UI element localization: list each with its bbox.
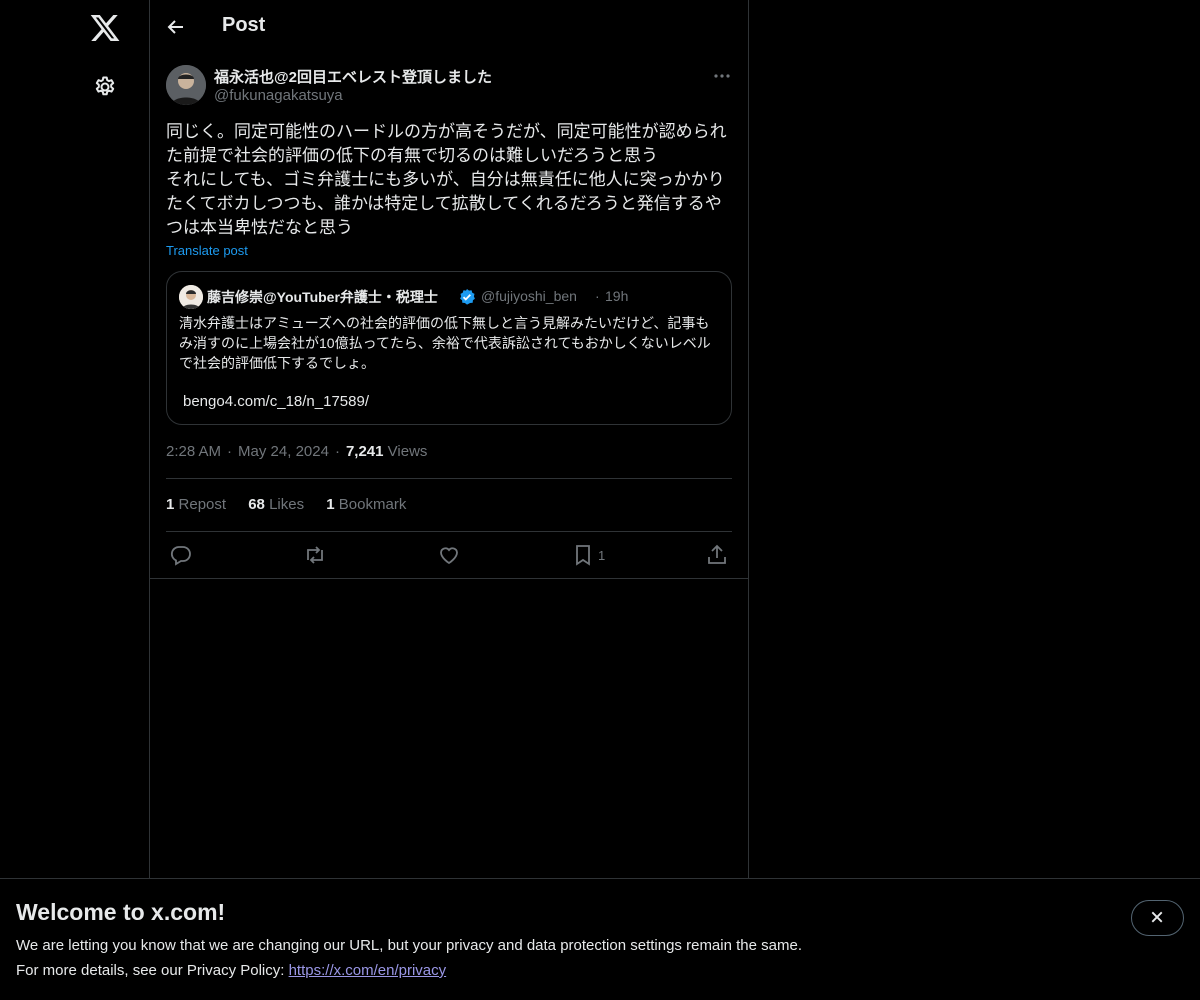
post-time[interactable]: 2:28 AM [166,443,221,460]
page-title: Post [222,14,266,36]
quote-text: 清水弁護士はアミューズへの社会的評価の低下無しと言う見解みたいだけど、記事もみ消… [179,315,711,371]
quote-author-handle: @fujiyoshi_ben [481,288,577,304]
repost-icon[interactable] [303,543,327,567]
bookmarks-stat[interactable]: 1 Bookmark [326,496,406,513]
separator-dot: · [595,288,600,304]
banner-privacy-line: For more details, see our Privacy Policy… [16,962,447,979]
views-count: 7,241 [345,443,384,460]
x-logo-icon[interactable] [89,12,121,44]
quote-avatar [179,285,203,309]
close-icon [1151,911,1163,923]
reposts-stat[interactable]: 1 Repost [166,496,226,513]
quote-author-name: 藤吉修崇@YouTuber弁護士・税理士 [207,289,438,305]
divider [166,478,732,479]
more-icon[interactable] [712,66,732,86]
action-bar: 1 [150,531,748,579]
left-nav [0,0,150,1000]
views-label: Views [387,443,428,460]
avatar[interactable] [166,65,206,105]
welcome-banner: Welcome to x.com! We are letting you kno… [0,878,1200,1000]
arrow-left-icon[interactable] [166,17,186,37]
privacy-policy-link[interactable]: https://x.com/en/privacy [289,962,447,979]
bookmark-count: 1 [598,548,606,563]
share-icon[interactable] [705,543,729,567]
reply-icon[interactable] [169,543,193,567]
main-column: Post 福永活也@2回目エベレスト登頂しました @fukunagakatsuy… [150,0,749,1000]
bookmark-icon[interactable] [571,543,595,567]
close-button[interactable] [1131,900,1184,936]
header: Post [150,0,748,54]
translate-post-link[interactable]: Translate post [166,243,248,258]
quote-link[interactable]: bengo4.com/c_18/n_17589/ [183,393,369,410]
post-stats: 1 Repost 68 Likes 1 Bookmark [166,496,424,513]
gear-icon[interactable] [93,75,117,99]
verified-badge-icon [458,288,476,306]
post-text: 同じく。同定可能性のハードルの方が高そうだが、同定可能性が認められた前提で社会的… [166,122,727,237]
like-icon[interactable] [437,543,461,567]
author-handle[interactable]: @fukunagakatsuya [214,87,343,104]
banner-title: Welcome to x.com! [16,899,226,925]
quote-time: 19h [605,288,629,304]
likes-stat[interactable]: 68 Likes [248,496,304,513]
author-name[interactable]: 福永活也@2回目エベレスト登頂しました [214,66,492,87]
banner-message: We are letting you know that we are chan… [16,937,802,954]
post-meta: 2:28 AM · May 24, 2024 · 7,241 Views [166,443,428,460]
post-date[interactable]: May 24, 2024 [238,443,329,460]
quoted-post[interactable]: 藤吉修崇@YouTuber弁護士・税理士 @fujiyoshi_ben · 19… [166,271,732,425]
